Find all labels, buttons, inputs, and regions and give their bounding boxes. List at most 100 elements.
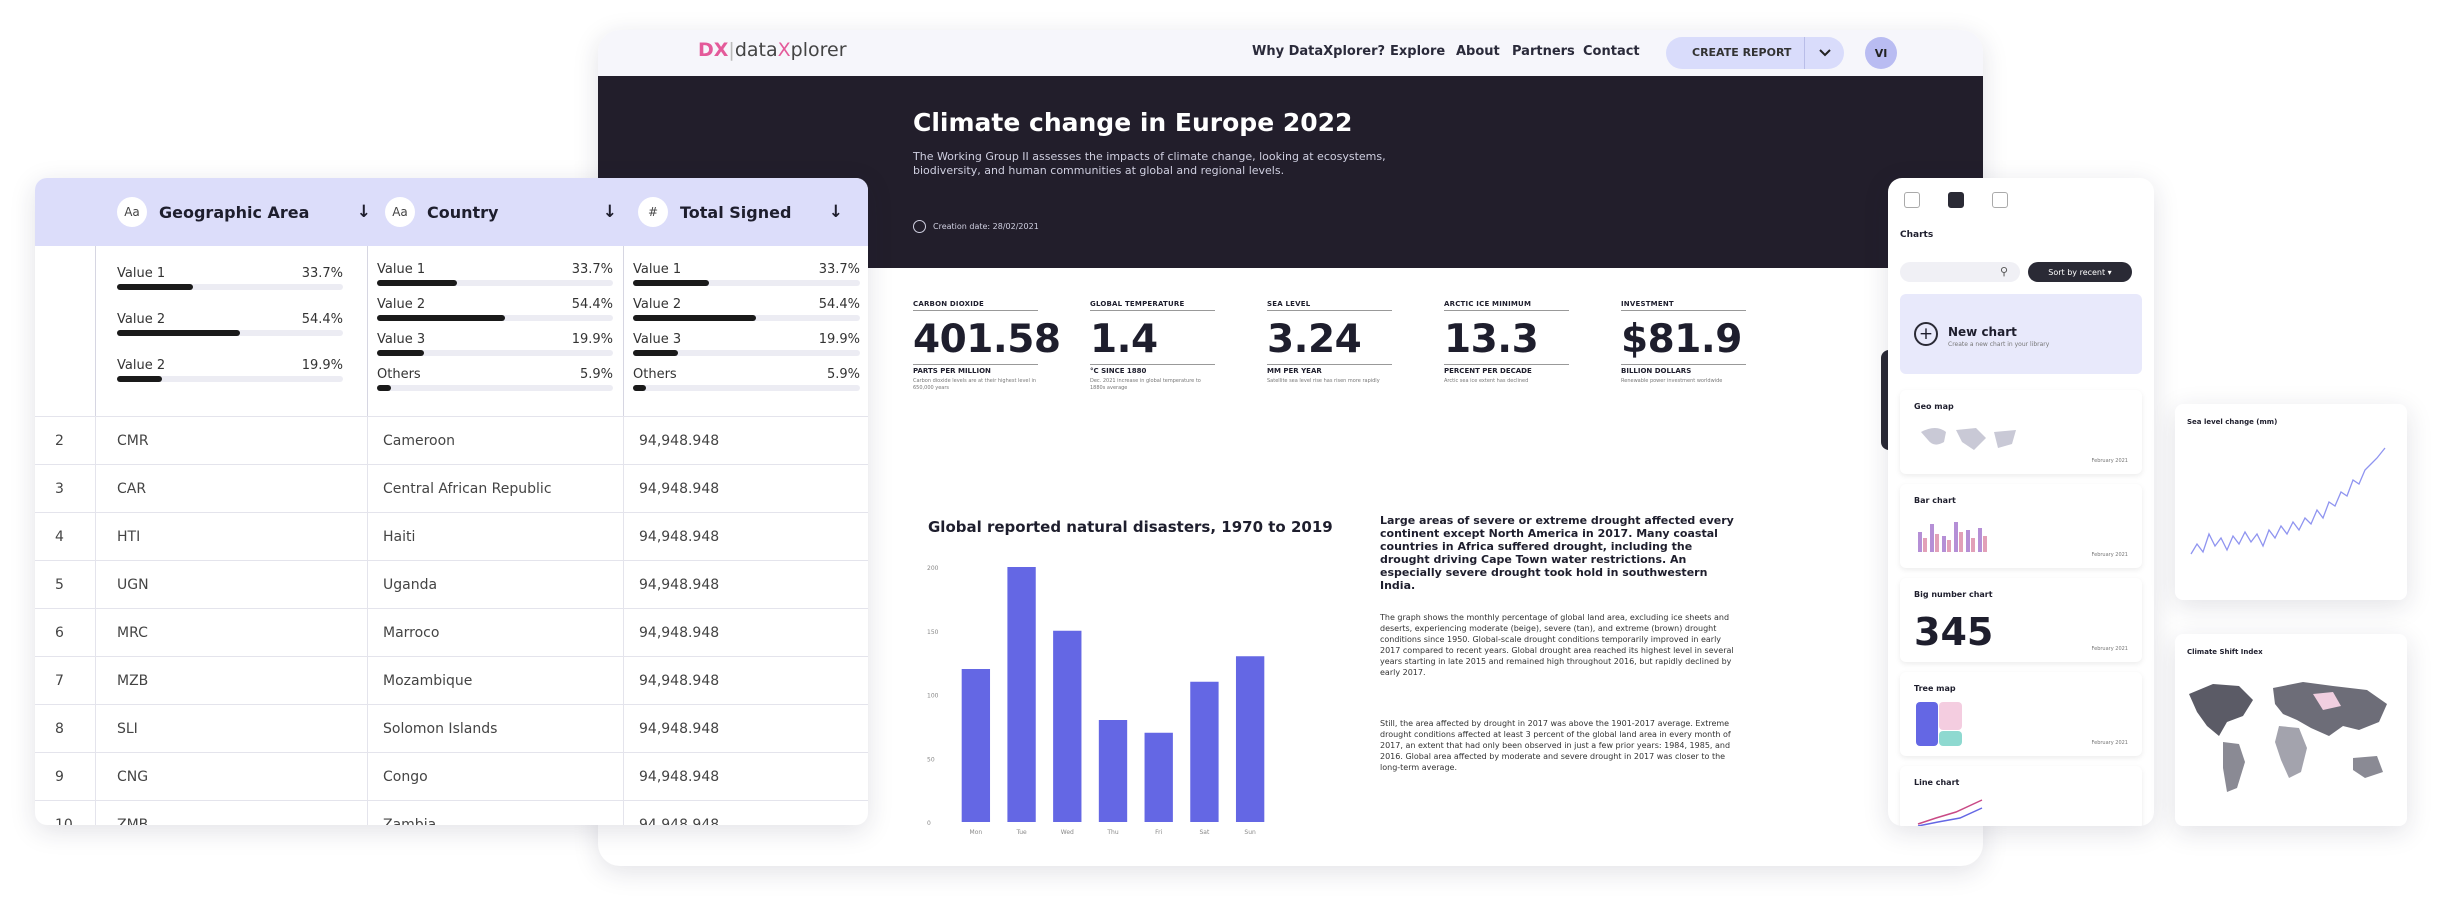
- column-summary-total-signed: Value 1 33.7% Value 2 54.4% Value 3 19.9% O…: [633, 246, 860, 416]
- floating-map-card[interactable]: Climate Shift Index: [2175, 634, 2407, 826]
- summary-bar: Value 3 19.9%: [633, 332, 860, 362]
- bar: [1098, 720, 1128, 822]
- x-tick-label: Fri: [1155, 829, 1162, 836]
- charts-panel: Charts ⚲ Sort by recent ▾ + New chart Cr…: [1888, 178, 2154, 826]
- divider: [623, 246, 624, 416]
- table-row[interactable]: 4 HTI Haiti 94,948.948: [35, 512, 868, 560]
- search-icon[interactable]: ⚲: [2000, 265, 2008, 278]
- new-chart-button[interactable]: + New chart Create a new chart in your l…: [1900, 294, 2142, 374]
- stat-sea-level: SEA LEVEL 3.24 MM PER YEAR Satellite sea le…: [1267, 300, 1392, 385]
- text-type-icon: Aa: [117, 197, 147, 227]
- create-report-label: CREATE REPORT: [1692, 46, 1792, 59]
- panel-title: Charts: [1900, 230, 1934, 240]
- bar: [1007, 567, 1036, 822]
- x-tick-label: Thu: [1106, 829, 1118, 836]
- x-tick-label: Mon: [970, 829, 983, 836]
- chart-title: Global reported natural disasters, 1970 …: [928, 518, 1333, 536]
- bar-thumbnail: [1918, 522, 1987, 552]
- y-tick-label: 150: [927, 629, 939, 636]
- column-summary-country: Value 1 33.7% Value 2 54.4% Value 3 19.9% O…: [377, 246, 613, 416]
- summary-bar: Value 2 54.4%: [117, 312, 343, 342]
- summary-bar: Others 5.9%: [633, 367, 860, 397]
- bar-chart: 0 50 100 150 200 Mon Tue Wed Thu Fri Sat Sun: [927, 565, 1265, 836]
- create-report-button[interactable]: CREATE REPORT: [1666, 37, 1844, 69]
- x-tick-label: Wed: [1061, 829, 1074, 836]
- table-header: Aa Geographic Area ↓ Aa Country ↓ # Tota…: [35, 178, 868, 246]
- summary-bar: Value 2 54.4%: [377, 297, 613, 327]
- sort-arrow-icon[interactable]: ↓: [357, 202, 371, 222]
- text-type-icon: Aa: [385, 197, 415, 227]
- bar: [1144, 732, 1173, 822]
- chart-icon[interactable]: [1948, 192, 1964, 208]
- floating-map-title: Climate Shift Index: [2187, 648, 2263, 656]
- chart-card-line-chart[interactable]: Line chart: [1900, 766, 2142, 826]
- y-tick-label: 0: [927, 820, 931, 827]
- summary-bar: Value 2 19.9%: [117, 358, 343, 388]
- chart-card-tree-map[interactable]: Tree map February 2021: [1900, 672, 2142, 756]
- chart-card-geo-map[interactable]: Geo map February 2021: [1900, 390, 2142, 474]
- column-summary-geographic-area: Value 1 33.7% Value 2 54.4% Value 2 19.9%: [117, 246, 343, 416]
- table-row[interactable]: 6 MRC Marroco 94,948.948: [35, 608, 868, 656]
- chevron-down-icon[interactable]: [1804, 37, 1844, 69]
- data-table: Aa Geographic Area ↓ Aa Country ↓ # Tota…: [35, 178, 868, 825]
- panel-tabs: [1904, 192, 2008, 208]
- sort-arrow-icon[interactable]: ↓: [829, 202, 843, 222]
- stat-arctic-ice-minimum: ARCTIC ICE MINIMUM 13.3 PERCENT PER DECADE…: [1444, 300, 1569, 385]
- floating-line-chart-card[interactable]: Sea level change (mm): [2175, 404, 2407, 600]
- summary-bar: Value 2 54.4%: [633, 297, 860, 327]
- creation-date: Creation date: 28/02/2021: [913, 220, 1039, 233]
- column-header-total-signed[interactable]: # Total Signed ↓: [638, 178, 843, 246]
- summary-bar: Value 1 33.7%: [377, 262, 613, 292]
- chart-card-big-number[interactable]: Big number chart 345 February 2021: [1900, 578, 2142, 662]
- bar: [1235, 656, 1265, 822]
- treemap-thumbnail: [1916, 702, 1962, 746]
- nav-why-dataxplorer[interactable]: Why DataXplorer?: [1252, 44, 1385, 59]
- y-tick-label: 200: [927, 565, 939, 572]
- report-subtitle: The Working Group II assesses the impact…: [913, 150, 1386, 177]
- y-tick-label: 100: [927, 693, 939, 700]
- summary-bar: Others 5.9%: [377, 367, 613, 397]
- narrative-paragraph-1: The graph shows the monthly percentage o…: [1380, 613, 1734, 677]
- table-row[interactable]: 10 ZMB Zambia 94,948.948: [35, 800, 868, 825]
- divider: [367, 246, 368, 416]
- sort-dropdown[interactable]: Sort by recent ▾: [2028, 262, 2132, 282]
- bar: [961, 669, 991, 822]
- stat-carbon-dioxide: CARBON DIOXIDE 401.58 PARTS PER MILLION Car…: [913, 300, 1061, 391]
- column-header-country[interactable]: Aa Country ↓: [385, 178, 617, 246]
- x-tick-label: Sun: [1244, 829, 1256, 836]
- table-row[interactable]: 7 MZB Mozambique 94,948.948: [35, 656, 868, 704]
- clock-icon: [913, 220, 926, 233]
- report-title: Climate change in Europe 2022: [913, 108, 1353, 137]
- line-chart-thumbnail: [2190, 447, 2386, 555]
- chart-card-bar-chart[interactable]: Bar chart February 2021: [1900, 484, 2142, 568]
- nav-explore[interactable]: Explore: [1390, 44, 1445, 59]
- sort-arrow-icon[interactable]: ↓: [603, 202, 617, 222]
- narrative-heading: Large areas of severe or extreme drought…: [1380, 514, 1734, 592]
- nav-partners[interactable]: Partners: [1512, 44, 1575, 59]
- app-logo[interactable]: DX|dataXplorer: [698, 39, 847, 61]
- nav-about[interactable]: About: [1456, 44, 1500, 59]
- summary-bar: Value 1 33.7%: [633, 262, 860, 292]
- table-row[interactable]: 9 CNG Congo 94,948.948: [35, 752, 868, 800]
- table-row[interactable]: 2 CMR Cameroon 94,948.948: [35, 416, 868, 464]
- bar: [1190, 681, 1219, 822]
- table-row[interactable]: 3 CAR Central African Republic 94,948.948: [35, 464, 868, 512]
- plus-icon: +: [1914, 322, 1938, 346]
- column-header-geographic-area[interactable]: Aa Geographic Area ↓: [117, 178, 371, 246]
- summary-bar: Value 1 33.7%: [117, 266, 343, 296]
- number-type-icon: #: [638, 197, 668, 227]
- table-row[interactable]: 5 UGN Uganda 94,948.948: [35, 560, 868, 608]
- narrative-paragraph-2: Still, the area affected by drought in 2…: [1380, 719, 1731, 772]
- floating-line-title: Sea level change (mm): [2187, 418, 2278, 426]
- summary-bar: Value 3 19.9%: [377, 332, 613, 362]
- list-icon[interactable]: [1904, 192, 1920, 208]
- user-avatar[interactable]: VI: [1865, 37, 1897, 69]
- nav-contact[interactable]: Contact: [1583, 44, 1640, 59]
- map-thumbnail: [1921, 428, 2016, 450]
- layers-icon[interactable]: [1992, 192, 2008, 208]
- top-nav: DX|dataXplorer Why DataXplorer? Explore …: [598, 30, 1983, 76]
- x-tick-label: Tue: [1015, 829, 1027, 836]
- table-row[interactable]: 8 SLI Solomon Islands 94,948.948: [35, 704, 868, 752]
- stat-investment: INVESTMENT $81.9 BILLION DOLLARS Renewable …: [1621, 300, 1746, 385]
- world-map-thumbnail: [2189, 682, 2387, 792]
